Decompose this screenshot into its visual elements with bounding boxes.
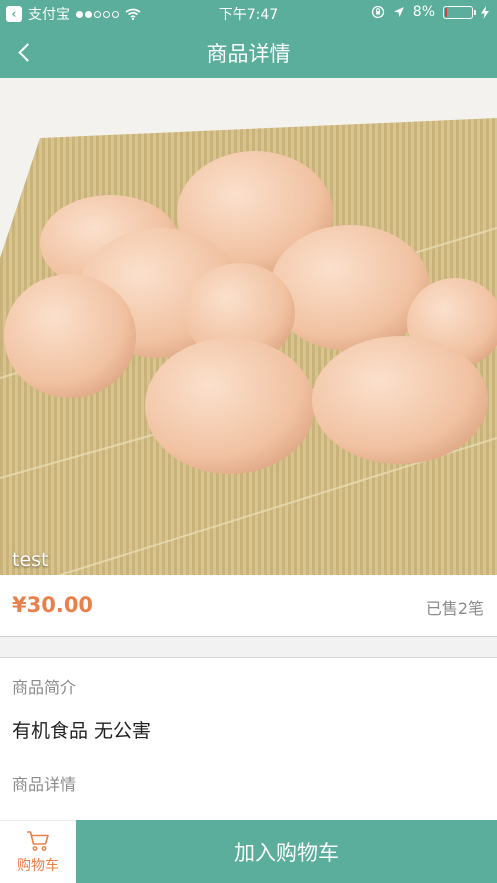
battery-percent: 8% [412, 4, 435, 20]
location-arrow-icon [393, 7, 404, 17]
cart-button[interactable]: 购物车 [0, 820, 76, 883]
battery-icon [443, 5, 476, 19]
cart-label: 购物车 [17, 857, 59, 874]
orientation-lock-icon [371, 5, 384, 19]
intro-section-label: 商品简介 [12, 678, 77, 697]
status-bar: ‹ 支付宝 下午7:47 8% [0, 0, 497, 26]
sold-count: 已售2笔 [425, 599, 484, 618]
bottom-action-bar: 购物车 加入购物车 [0, 820, 497, 883]
navigation-bar: 商品详情 [0, 26, 497, 78]
eggs-on-bamboo-mat-image [0, 78, 497, 575]
product-image: test [0, 78, 497, 575]
add-to-cart-button[interactable]: 加入购物车 [76, 820, 497, 883]
price-row: ¥30.00 已售2笔 [0, 575, 497, 637]
intro-text: 有机食品 无公害 [12, 720, 152, 742]
page-title: 商品详情 [206, 42, 291, 66]
details-section-label: 商品详情 [12, 775, 77, 794]
product-name: test [12, 549, 49, 571]
product-price: ¥30.00 [12, 593, 94, 617]
shopping-cart-icon [27, 830, 49, 851]
battery-fill [445, 7, 447, 17]
status-bar-right: 8% [371, 4, 489, 20]
charging-bolt-icon [481, 5, 489, 19]
